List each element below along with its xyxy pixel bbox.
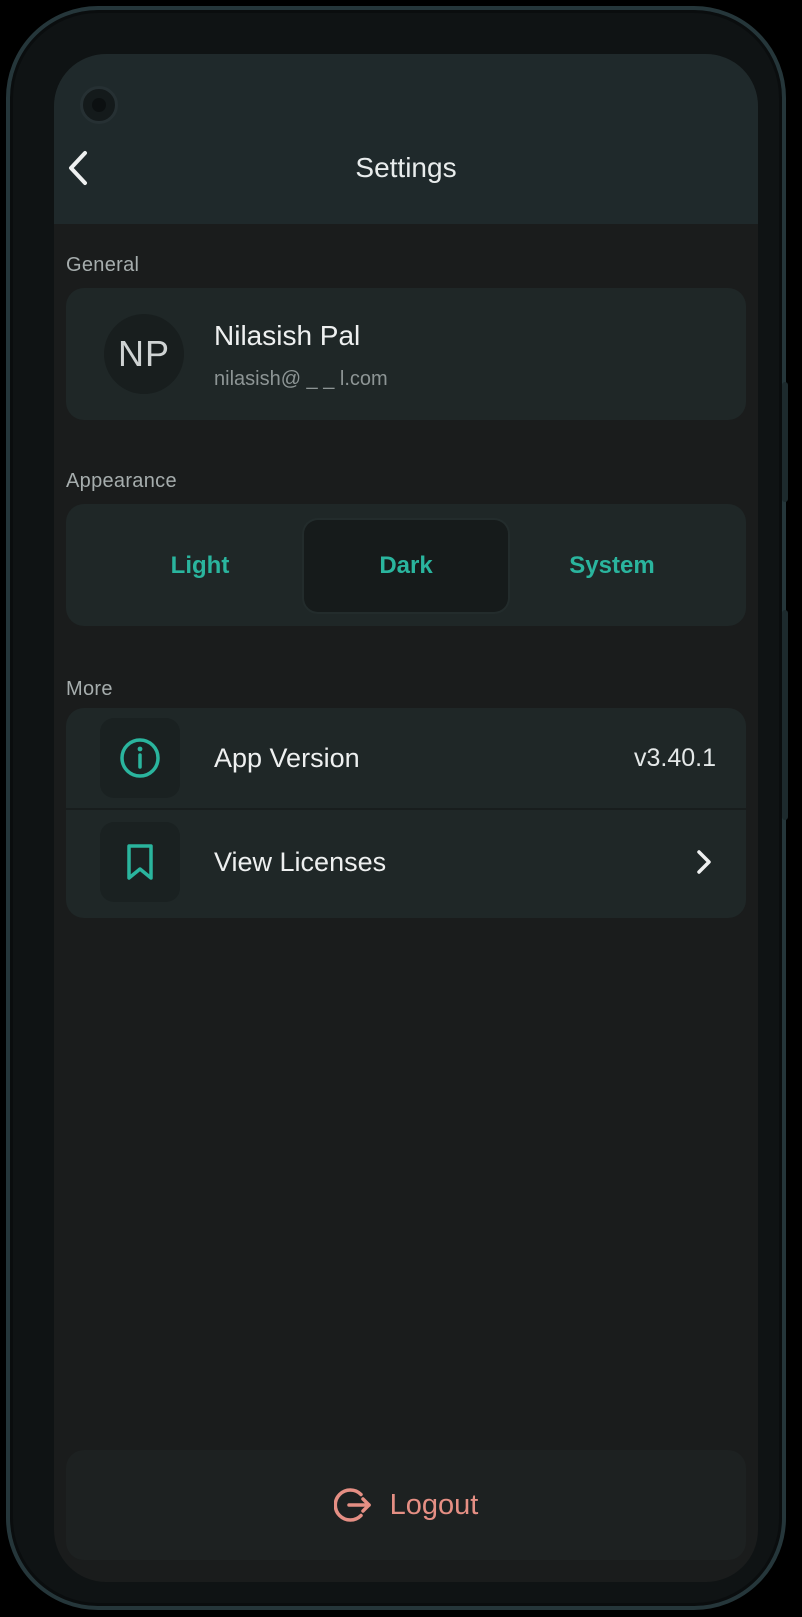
view-licenses-row[interactable]: View Licenses	[66, 812, 746, 912]
app-version-value: v3.40.1	[633, 744, 716, 772]
app-version-icon-box	[100, 718, 180, 798]
more-list: App Version v3.40.1 View Licenses	[66, 708, 746, 918]
list-divider	[66, 808, 746, 810]
top-app-bar: Settings	[54, 54, 758, 224]
section-label-appearance: Appearance	[66, 470, 177, 492]
theme-option-system[interactable]: System	[510, 520, 714, 612]
view-licenses-icon-box	[100, 822, 180, 902]
avatar: NP	[104, 314, 184, 394]
user-email: nilasish@ _ _ l.com	[214, 368, 388, 390]
profile-card[interactable]: NP Nilasish Pal nilasish@ _ _ l.com	[66, 288, 746, 420]
info-icon	[120, 738, 160, 778]
theme-option-dark[interactable]: Dark	[304, 520, 508, 612]
section-label-general: General	[66, 254, 140, 276]
theme-selector: Light Dark System	[66, 504, 746, 626]
page-title: Settings	[355, 152, 457, 183]
volume-button	[782, 382, 788, 502]
app-version-label: App Version	[214, 743, 360, 773]
view-licenses-label: View Licenses	[214, 847, 387, 877]
section-label-more: More	[66, 678, 113, 700]
chevron-right-icon	[697, 850, 711, 874]
user-name: Nilasish Pal	[214, 320, 361, 351]
theme-option-light[interactable]: Light	[98, 520, 302, 612]
power-button	[782, 610, 788, 820]
logout-button[interactable]: Logout	[66, 1450, 746, 1560]
front-camera	[80, 86, 118, 124]
app-screen: Settings General NP Nilasish Pal nilasis…	[54, 54, 758, 1582]
phone-frame: Settings General NP Nilasish Pal nilasis…	[6, 6, 788, 1610]
logout-icon	[333, 1488, 371, 1522]
app-version-row[interactable]: App Version v3.40.1	[66, 708, 746, 810]
bookmark-icon	[127, 844, 153, 880]
logout-label: Logout	[389, 1489, 479, 1521]
